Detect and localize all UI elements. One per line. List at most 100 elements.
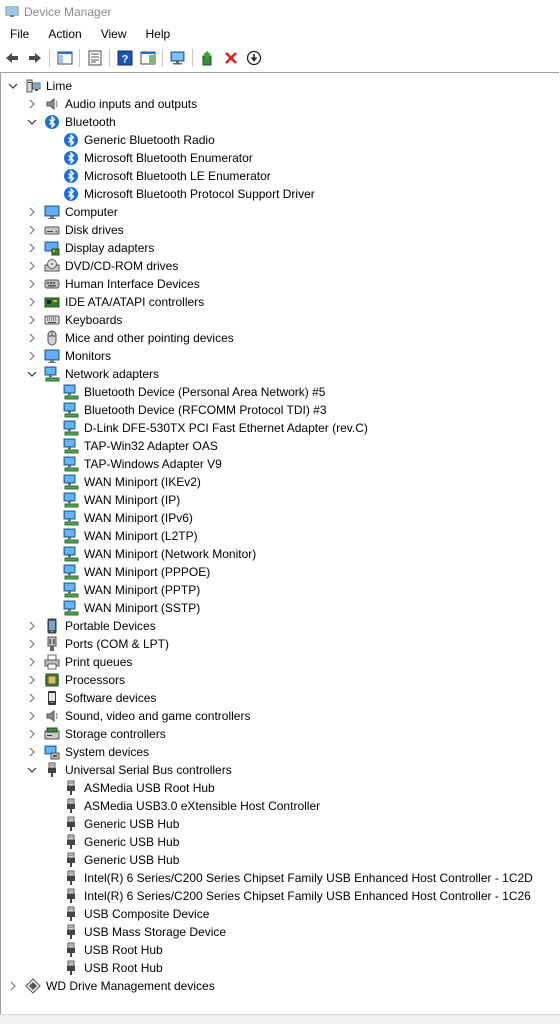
tree-node-sound-video-and-game-controllers[interactable]: Sound, video and game controllers bbox=[1, 707, 559, 725]
usb-icon bbox=[48, 762, 56, 777]
device-item-generic-usb-hub[interactable]: Generic USB Hub bbox=[1, 833, 559, 851]
chevron-right-icon[interactable] bbox=[26, 656, 38, 668]
chevron-down-icon[interactable] bbox=[26, 764, 38, 776]
tree-node-wd-drive-management-devices[interactable]: WD Drive Management devices bbox=[1, 977, 559, 995]
device-item-tap-windows-adapter-v9[interactable]: TAP-Windows Adapter V9 bbox=[1, 455, 559, 473]
chevron-right-icon[interactable] bbox=[26, 746, 38, 758]
chevron-down-icon[interactable] bbox=[26, 116, 38, 128]
tree-node-storage-controllers[interactable]: Storage controllers bbox=[1, 725, 559, 743]
chevron-right-icon[interactable] bbox=[26, 638, 38, 650]
show-hide-console-tree-button[interactable] bbox=[54, 47, 76, 69]
device-item-wan-miniport-pppoe[interactable]: WAN Miniport (PPPOE) bbox=[1, 563, 559, 581]
disable-device-button[interactable] bbox=[243, 47, 265, 69]
usb-icon bbox=[67, 906, 75, 921]
chevron-right-icon[interactable] bbox=[26, 242, 38, 254]
tree-node-ports-com-lpt[interactable]: Ports (COM & LPT) bbox=[1, 635, 559, 653]
chevron-right-icon[interactable] bbox=[26, 674, 38, 686]
ide-controller-icon bbox=[44, 297, 60, 308]
device-item-usb-composite-device[interactable]: USB Composite Device bbox=[1, 905, 559, 923]
device-item-wan-miniport-l2tp[interactable]: WAN Miniport (L2TP) bbox=[1, 527, 559, 545]
device-item-wan-miniport-pptp[interactable]: WAN Miniport (PPTP) bbox=[1, 581, 559, 599]
device-item-usb-root-hub[interactable]: USB Root Hub bbox=[1, 959, 559, 977]
scan-hardware-changes-button[interactable] bbox=[167, 47, 189, 69]
device-item-tap-win32-adapter-oas[interactable]: TAP-Win32 Adapter OAS bbox=[1, 437, 559, 455]
chevron-right-icon[interactable] bbox=[26, 692, 38, 704]
device-item-asmedia-usb-root-hub[interactable]: ASMedia USB Root Hub bbox=[1, 779, 559, 797]
menu-view[interactable]: View bbox=[91, 27, 136, 41]
device-item-wan-miniport-ipv6[interactable]: WAN Miniport (IPv6) bbox=[1, 509, 559, 527]
update-driver-button[interactable] bbox=[197, 47, 219, 69]
device-item-asmedia-usb3-0-extensible-host-controller[interactable]: ASMedia USB3.0 eXtensible Host Controlle… bbox=[1, 797, 559, 815]
tree-node-print-queues[interactable]: Print queues bbox=[1, 653, 559, 671]
forward-arrow-button[interactable] bbox=[24, 47, 46, 69]
chevron-right-icon[interactable] bbox=[26, 332, 38, 344]
tree-node-label: Display adapters bbox=[65, 241, 155, 255]
chevron-right-icon[interactable] bbox=[26, 350, 38, 362]
chevron-down-icon[interactable] bbox=[26, 368, 38, 380]
tree-node-monitors[interactable]: Monitors bbox=[1, 347, 559, 365]
device-item-intel-r-6-series-c200-series-chipset-family-usb-enhanced-host-controller-1c2d[interactable]: Intel(R) 6 Series/C200 Series Chipset Fa… bbox=[1, 869, 559, 887]
device-item-d-link-dfe-530tx-pci-fast-ethernet-adapter-rev-c[interactable]: D-Link DFE-530TX PCI Fast Ethernet Adapt… bbox=[1, 419, 559, 437]
tree-node-display-adapters[interactable]: Display adapters bbox=[1, 239, 559, 257]
device-item-generic-usb-hub[interactable]: Generic USB Hub bbox=[1, 815, 559, 833]
update-driver-icon bbox=[202, 51, 212, 66]
menu-help[interactable]: Help bbox=[136, 27, 180, 41]
tree-node-software-devices[interactable]: Software devices bbox=[1, 689, 559, 707]
device-item-usb-mass-storage-device[interactable]: USB Mass Storage Device bbox=[1, 923, 559, 941]
chevron-right-icon[interactable] bbox=[26, 710, 38, 722]
device-item-microsoft-bluetooth-le-enumerator[interactable]: Microsoft Bluetooth LE Enumerator bbox=[1, 167, 559, 185]
chevron-right-icon[interactable] bbox=[26, 296, 38, 308]
tree-node-portable-devices[interactable]: Portable Devices bbox=[1, 617, 559, 635]
chevron-right-icon[interactable] bbox=[26, 314, 38, 326]
tree-node-universal-serial-bus-controllers[interactable]: Universal Serial Bus controllers bbox=[1, 761, 559, 779]
device-item-microsoft-bluetooth-enumerator[interactable]: Microsoft Bluetooth Enumerator bbox=[1, 149, 559, 167]
tree-node-disk-drives[interactable]: Disk drives bbox=[1, 221, 559, 239]
chevron-right-icon[interactable] bbox=[26, 98, 38, 110]
toolbar-separator bbox=[49, 49, 50, 67]
device-item-generic-usb-hub[interactable]: Generic USB Hub bbox=[1, 851, 559, 869]
properties-icon bbox=[88, 50, 102, 66]
device-item-bluetooth-device-personal-area-network-5[interactable]: Bluetooth Device (Personal Area Network)… bbox=[1, 383, 559, 401]
device-item-intel-r-6-series-c200-series-chipset-family-usb-enhanced-host-controller-1c26[interactable]: Intel(R) 6 Series/C200 Series Chipset Fa… bbox=[1, 887, 559, 905]
tree-node-bluetooth[interactable]: Bluetooth bbox=[1, 113, 559, 131]
back-arrow-button[interactable] bbox=[1, 47, 23, 69]
device-item-wan-miniport-ikev2[interactable]: WAN Miniport (IKEv2) bbox=[1, 473, 559, 491]
tree-node-ide-ata-atapi-controllers[interactable]: IDE ATA/ATAPI controllers bbox=[1, 293, 559, 311]
uninstall-device-button[interactable] bbox=[220, 47, 242, 69]
tree-node-dvd-cd-rom-drives[interactable]: DVD/CD-ROM drives bbox=[1, 257, 559, 275]
device-item-wan-miniport-network-monitor[interactable]: WAN Miniport (Network Monitor) bbox=[1, 545, 559, 563]
device-item-wan-miniport-ip[interactable]: WAN Miniport (IP) bbox=[1, 491, 559, 509]
chevron-right-icon[interactable] bbox=[26, 620, 38, 632]
device-item-microsoft-bluetooth-protocol-support-driver[interactable]: Microsoft Bluetooth Protocol Support Dri… bbox=[1, 185, 559, 203]
usb-icon bbox=[67, 870, 75, 885]
device-item-wan-miniport-sstp[interactable]: WAN Miniport (SSTP) bbox=[1, 599, 559, 617]
help-button[interactable]: ? bbox=[114, 47, 136, 69]
chevron-right-icon[interactable] bbox=[26, 260, 38, 272]
portable-device-icon bbox=[47, 618, 57, 634]
tree-node-system-devices[interactable]: System devices bbox=[1, 743, 559, 761]
chevron-right-icon[interactable] bbox=[26, 278, 38, 290]
tree-node-computer[interactable]: Computer bbox=[1, 203, 559, 221]
chevron-right-icon[interactable] bbox=[26, 728, 38, 740]
properties-button[interactable] bbox=[84, 47, 106, 69]
chevron-right-icon[interactable] bbox=[7, 980, 19, 992]
tree-node-audio-inputs-and-outputs[interactable]: Audio inputs and outputs bbox=[1, 95, 559, 113]
device-item-usb-root-hub[interactable]: USB Root Hub bbox=[1, 941, 559, 959]
tree-node-label: Network adapters bbox=[65, 367, 160, 381]
chevron-right-icon[interactable] bbox=[26, 206, 38, 218]
menu-action[interactable]: Action bbox=[38, 27, 90, 41]
display-adapter-icon bbox=[44, 241, 60, 256]
tree-node-network-adapters[interactable]: Network adapters bbox=[1, 365, 559, 383]
tree-node-lime[interactable]: Lime bbox=[1, 77, 559, 95]
mouse-icon bbox=[47, 330, 57, 346]
device-item-bluetooth-device-rfcomm-protocol-tdi-3[interactable]: Bluetooth Device (RFCOMM Protocol TDI) #… bbox=[1, 401, 559, 419]
tree-node-mice-and-other-pointing-devices[interactable]: Mice and other pointing devices bbox=[1, 329, 559, 347]
device-item-generic-bluetooth-radio[interactable]: Generic Bluetooth Radio bbox=[1, 131, 559, 149]
show-action-pane-button[interactable] bbox=[137, 47, 159, 69]
menu-file[interactable]: File bbox=[0, 27, 38, 41]
tree-node-human-interface-devices[interactable]: Human Interface Devices bbox=[1, 275, 559, 293]
chevron-right-icon[interactable] bbox=[26, 224, 38, 236]
tree-node-keyboards[interactable]: Keyboards bbox=[1, 311, 559, 329]
tree-node-processors[interactable]: Processors bbox=[1, 671, 559, 689]
chevron-down-icon[interactable] bbox=[7, 80, 19, 92]
